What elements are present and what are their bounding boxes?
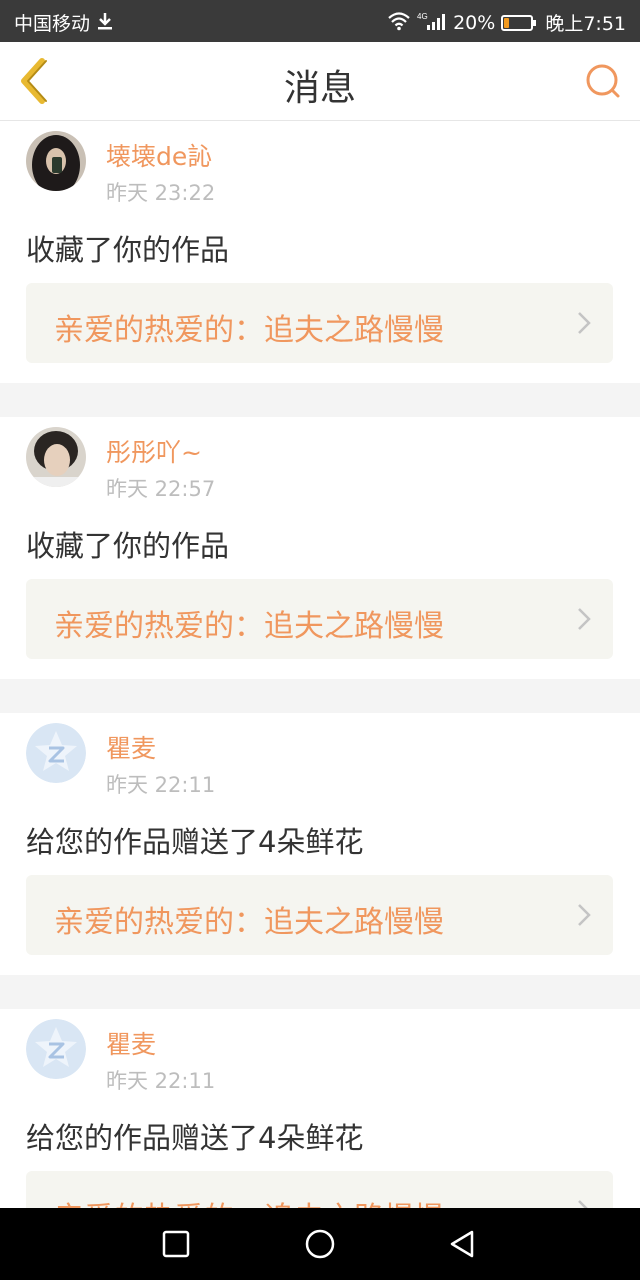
home-button[interactable] [304,1228,336,1260]
status-bar: 中国移动 4G 20% 晚上7:51 [0,0,640,42]
username-link[interactable]: 彤彤吖~ [106,433,202,469]
avatar[interactable] [26,723,86,783]
timestamp: 昨天 22:11 [106,1069,216,1093]
battery-fill [504,17,510,28]
work-title: 亲爱的热爱的：追夫之路慢慢 [54,609,444,644]
page-title: 消息 [283,68,356,109]
divider [0,383,640,417]
user-avatar-photo [26,427,86,487]
avatar[interactable] [26,1019,86,1079]
notification-item: 壊壊de訫 昨天 23:22 收藏了你的作品 亲爱的热爱的：追夫之路慢慢 [0,121,640,383]
back-nav-button[interactable] [446,1228,478,1260]
network-type-label: 4G [417,12,428,21]
notification-message: 给您的作品赠送了4朵鲜花 [26,1121,364,1155]
notification-message: 收藏了你的作品 [26,233,230,267]
download-icon [96,11,114,35]
work-title: 亲爱的热爱的：追夫之路慢慢 [54,905,444,940]
work-link[interactable]: 亲爱的热爱的：追夫之路慢慢 [26,579,613,659]
notification-item: 瞿麦 昨天 22:11 给您的作品赠送了4朵鲜花 亲爱的热爱的：追夫之路慢慢 [0,713,640,975]
avatar[interactable] [26,427,86,487]
work-title: 亲爱的热爱的：追夫之路慢慢 [54,1193,444,1208]
timestamp: 昨天 23:22 [106,181,216,205]
username-link[interactable]: 瞿麦 [106,729,156,765]
system-nav-bar [0,1208,640,1280]
circle-icon [305,1229,335,1259]
notification-item: 瞿麦 昨天 22:11 给您的作品赠送了4朵鲜花 亲爱的热爱的：追夫之路慢慢 [0,1009,640,1208]
app-header: 消息 [0,42,640,121]
notification-message: 收藏了你的作品 [26,529,230,563]
search-icon [586,64,620,98]
signal-icon: 4G [417,11,447,35]
chevron-right-icon [578,608,591,630]
username-link[interactable]: 瞿麦 [106,1025,156,1061]
wifi-icon [387,11,411,35]
battery-icon [501,14,537,31]
notification-message: 给您的作品赠送了4朵鲜花 [26,825,364,859]
work-link[interactable]: 亲爱的热爱的：追夫之路慢慢 [26,875,613,955]
notification-list[interactable]: 壊壊de訫 昨天 23:22 收藏了你的作品 亲爱的热爱的：追夫之路慢慢 彤彤吖… [0,121,640,1208]
chevron-right-icon [578,904,591,926]
divider [0,975,640,1009]
divider [0,679,640,713]
work-link[interactable]: 亲爱的热爱的：追夫之路慢慢 [26,1171,613,1208]
default-avatar-icon [26,1019,86,1079]
triangle-back-icon [450,1230,474,1258]
battery-percent: 20% [453,11,496,34]
search-button[interactable] [582,60,626,104]
chevron-right-icon [578,312,591,334]
avatar[interactable] [26,131,86,191]
recents-button[interactable] [160,1228,192,1260]
square-icon [162,1230,190,1258]
carrier-label: 中国移动 [14,13,91,35]
notification-item: 彤彤吖~ 昨天 22:57 收藏了你的作品 亲爱的热爱的：追夫之路慢慢 [0,417,640,679]
clock: 晚上7:51 [545,13,626,35]
user-avatar-photo [26,131,86,191]
chevron-right-icon [578,1200,588,1208]
default-avatar-icon [26,723,86,783]
work-link[interactable]: 亲爱的热爱的：追夫之路慢慢 [26,283,613,363]
work-title: 亲爱的热爱的：追夫之路慢慢 [54,313,444,348]
timestamp: 昨天 22:11 [106,773,216,797]
timestamp: 昨天 22:57 [106,477,216,501]
username-link[interactable]: 壊壊de訫 [106,137,212,173]
